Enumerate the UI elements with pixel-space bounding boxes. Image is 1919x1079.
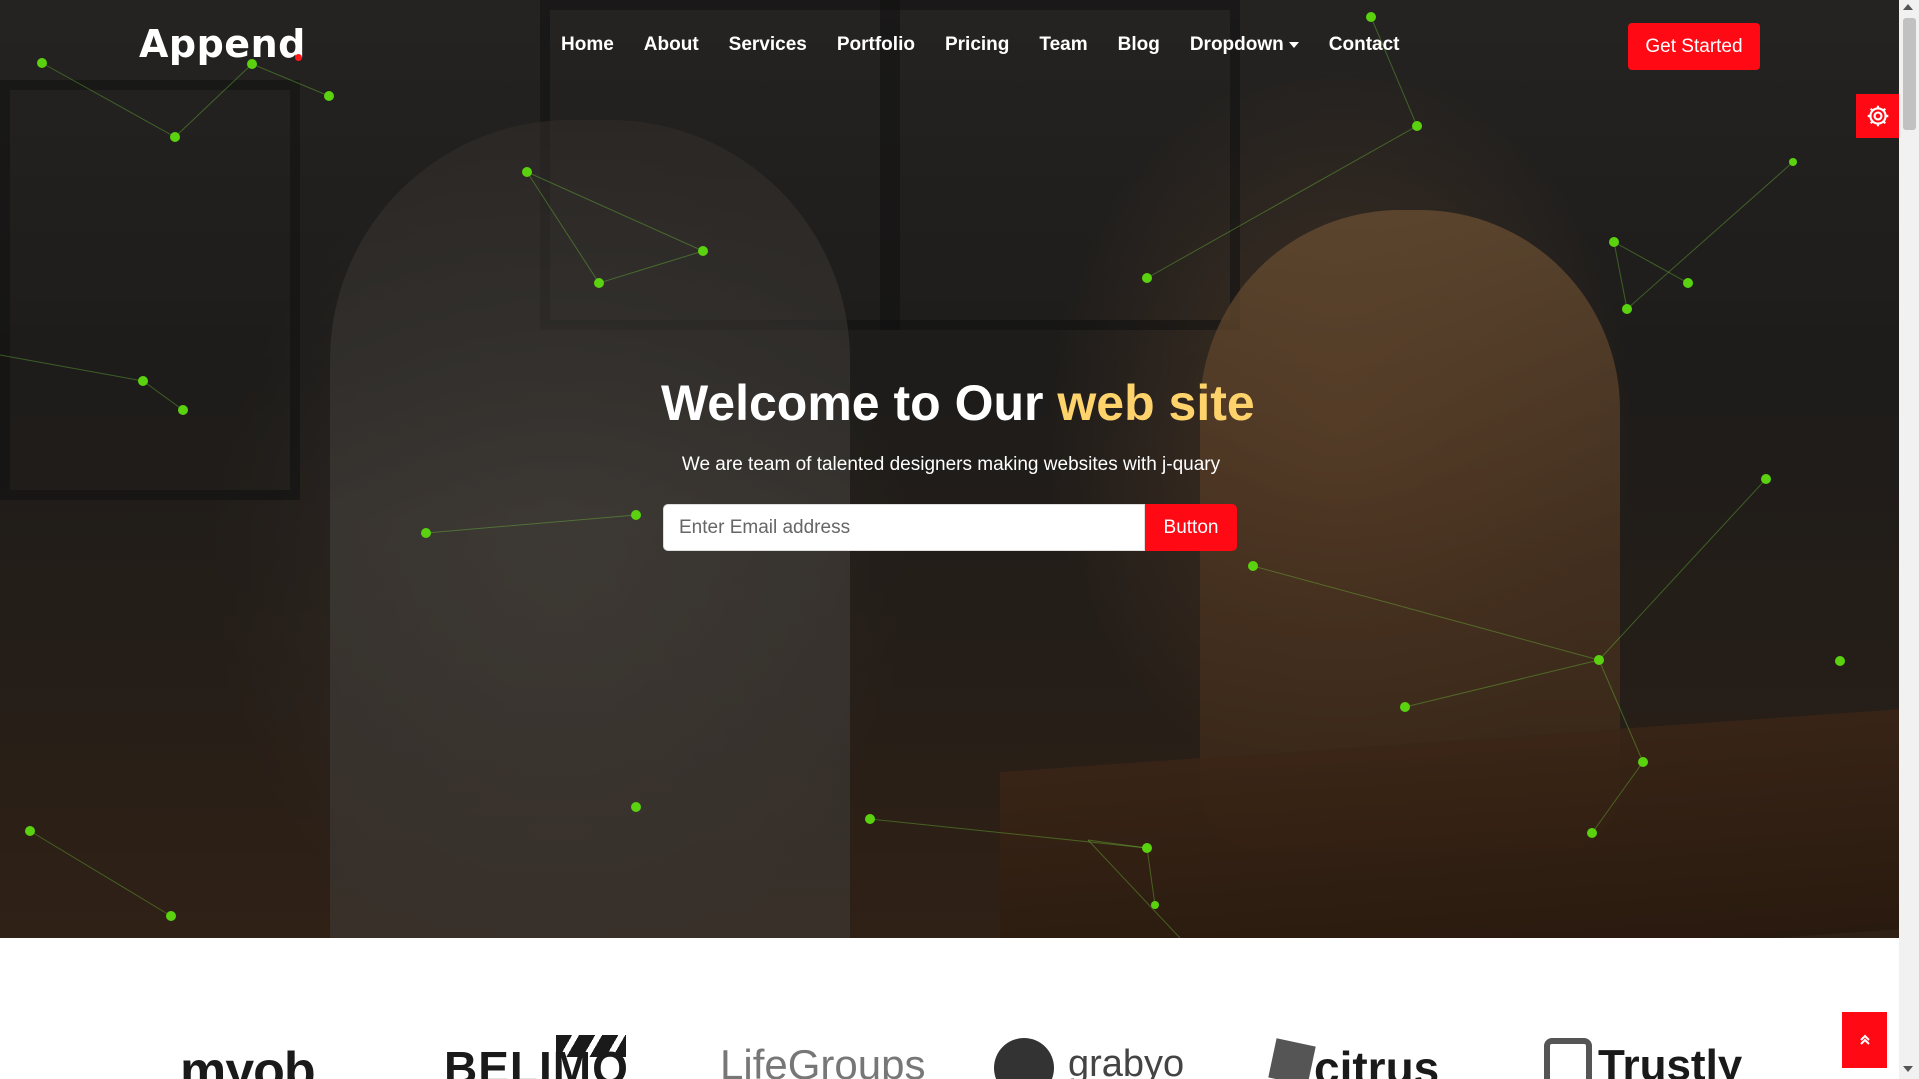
nav-blog[interactable]: Blog [1118,34,1160,56]
get-started-button[interactable]: Get Started [1628,23,1760,70]
citrus-mark-icon [1268,1038,1316,1079]
brand-logo[interactable]: Append [139,22,306,66]
nav-links: Home About Services Portfolio Pricing Te… [561,34,1430,56]
nav-portfolio[interactable]: Portfolio [837,34,915,56]
grabyo-mark-icon [994,1038,1054,1079]
subscribe-button[interactable]: Button [1145,504,1237,551]
hero-title-main: Welcome to Our [661,375,1058,431]
nav-pricing[interactable]: Pricing [945,34,1009,56]
chevron-double-up-icon [1859,1034,1870,1045]
hero-section: Append Home About Services Portfolio Pri… [0,0,1899,938]
gear-icon [1867,105,1888,127]
email-input[interactable] [663,504,1145,551]
brand-logo-dot [295,54,302,61]
scroll-down-arrow-icon[interactable] [1903,1066,1913,1072]
client-logo-lifegroups: LifeGroups [720,1041,926,1079]
vertical-scrollbar[interactable] [1899,0,1919,1079]
trustly-lock-icon [1544,1038,1592,1079]
nav-contact[interactable]: Contact [1329,34,1400,56]
hero-subtitle: We are team of talented designers making… [681,454,1221,475]
nav-about[interactable]: About [644,34,699,56]
scroll-up-arrow-icon[interactable] [1903,4,1913,10]
subscribe-form: Button [663,504,1237,551]
client-logo-belimo: BELIMO [444,1042,629,1079]
hero-content: Welcome to Our web site We are team of t… [661,374,1255,476]
hero-title: Welcome to Our web site [661,374,1255,432]
nav-services[interactable]: Services [729,34,807,56]
client-logo-myob: myob [180,1042,316,1079]
nav-home[interactable]: Home [561,34,614,56]
back-to-top-button[interactable] [1842,1012,1887,1068]
nav-dropdown-label: Dropdown [1189,34,1284,55]
hero-title-accent: web site [1057,375,1255,431]
caret-down-icon [1288,42,1299,48]
clients-section: myob BELIMO LifeGroups grabyo citrus Tru… [0,938,1899,1079]
client-logo-citrus: citrus [1314,1042,1440,1079]
nav-team[interactable]: Team [1039,34,1087,56]
client-logo-grabyo: grabyo [1068,1043,1185,1079]
navbar: Append Home About Services Portfolio Pri… [0,0,1899,94]
client-logo-trustly: Trustly [1598,1041,1743,1079]
nav-dropdown[interactable]: Dropdown [1190,34,1299,56]
scrollbar-thumb[interactable] [1903,18,1916,130]
settings-toggle[interactable] [1856,94,1899,138]
